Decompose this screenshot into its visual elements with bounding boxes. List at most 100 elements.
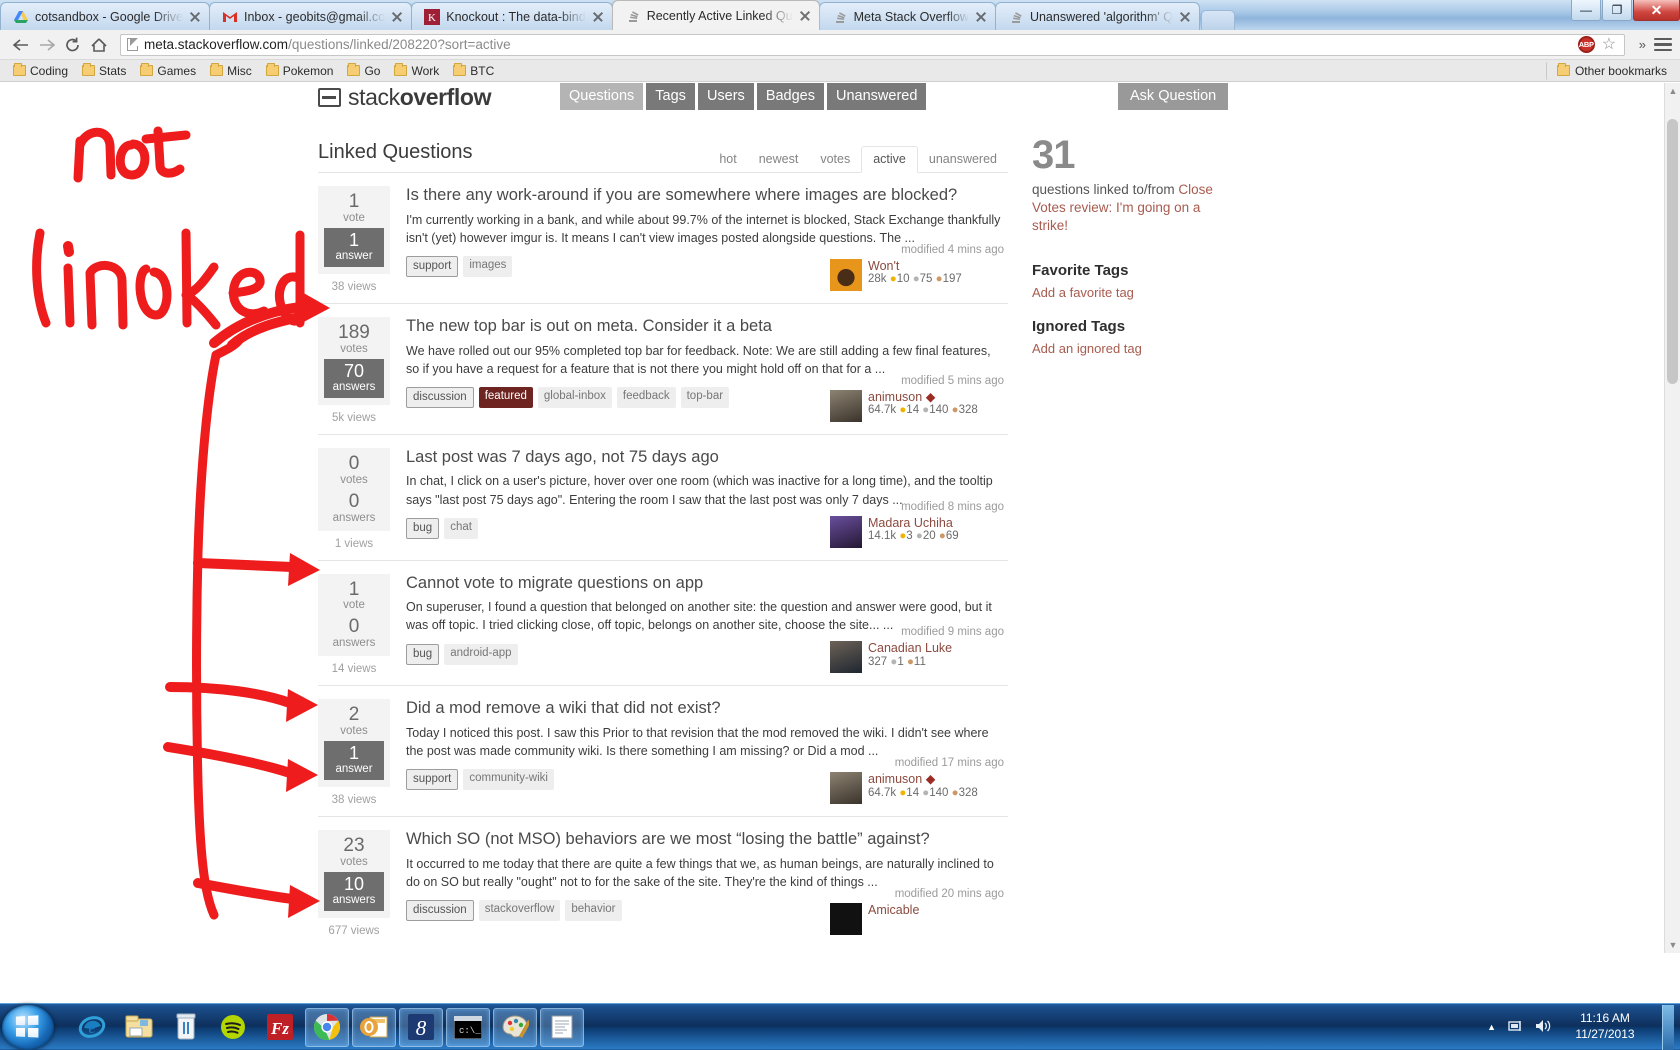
tag[interactable]: bug: [406, 517, 440, 539]
browser-tab[interactable]: K Knockout : The data-bind: [411, 2, 613, 30]
nav-item-badges[interactable]: Badges: [756, 83, 824, 110]
other-bookmarks-item[interactable]: Other bookmarks: [1545, 61, 1672, 80]
nav-item-questions[interactable]: Questions: [560, 83, 644, 110]
scroll-up-arrow-icon[interactable]: ▲: [1665, 83, 1680, 99]
forward-button[interactable]: [34, 32, 60, 58]
chrome-icon[interactable]: [305, 1007, 349, 1047]
tag[interactable]: discussion: [406, 386, 474, 408]
avatar[interactable]: [830, 903, 862, 936]
home-button[interactable]: [86, 32, 112, 58]
user-name[interactable]: Won't: [868, 259, 962, 273]
add-favorite-tag-link[interactable]: Add a favorite tag: [1032, 285, 1332, 300]
bookmark-item[interactable]: Work: [389, 62, 444, 80]
tag[interactable]: android-app: [444, 643, 518, 665]
tag[interactable]: support: [406, 256, 459, 278]
bookmark-item[interactable]: Coding: [8, 62, 73, 80]
user-name[interactable]: animuson ◆: [868, 390, 978, 404]
maximize-button[interactable]: ❐: [1602, 0, 1632, 21]
close-icon[interactable]: [592, 11, 604, 23]
tag-featured[interactable]: featured: [478, 386, 533, 408]
avatar[interactable]: [830, 772, 862, 805]
tab-active[interactable]: active: [861, 146, 918, 173]
back-button[interactable]: [8, 32, 34, 58]
command-prompt-icon[interactable]: c:\_: [446, 1007, 490, 1047]
nav-item-tags[interactable]: Tags: [646, 83, 695, 110]
internet-explorer-icon[interactable]: e: [70, 1008, 114, 1047]
avatar[interactable]: [830, 515, 862, 548]
user-name[interactable]: Amicable: [868, 903, 919, 917]
question-title-link[interactable]: Which SO (not MSO) behaviors are we most…: [406, 830, 1008, 850]
tag[interactable]: discussion: [406, 900, 474, 922]
bookmark-item[interactable]: Games: [135, 62, 201, 80]
close-icon[interactable]: [391, 11, 403, 23]
question-title-link[interactable]: Last post was 7 days ago, not 75 days ag…: [406, 448, 1008, 468]
new-tab-button[interactable]: [1200, 10, 1235, 30]
question-title-link[interactable]: Is there any work-around if you are some…: [406, 186, 1008, 206]
close-icon[interactable]: [975, 11, 987, 23]
chrome-menu-icon[interactable]: [1654, 35, 1672, 55]
show-desktop-button[interactable]: [1662, 1004, 1674, 1050]
avatar[interactable]: [830, 641, 862, 674]
adblock-icon[interactable]: ABP: [1577, 36, 1595, 53]
tag[interactable]: bug: [406, 643, 440, 665]
tag[interactable]: stackoverflow: [478, 900, 561, 922]
tag[interactable]: support: [406, 769, 459, 791]
recycle-bin-icon[interactable]: [164, 1008, 208, 1047]
tab-unanswered[interactable]: unanswered: [918, 147, 1008, 172]
question-title-link[interactable]: Did a mod remove a wiki that did not exi…: [406, 699, 1008, 719]
user-name[interactable]: Canadian Luke: [868, 641, 952, 655]
browser-tab[interactable]: Unanswered 'algorithm' Q: [994, 2, 1200, 30]
question-title-link[interactable]: The new top bar is out on meta. Consider…: [406, 317, 1008, 337]
scrollbar-thumb[interactable]: [1667, 119, 1678, 384]
reload-button[interactable]: [60, 32, 86, 58]
overflow-chevron-icon[interactable]: »: [1631, 37, 1654, 52]
ask-question-button[interactable]: Ask Question: [1118, 83, 1229, 110]
bookmark-item[interactable]: Misc: [205, 62, 257, 80]
network-icon[interactable]: [1506, 1018, 1524, 1037]
browser-tab[interactable]: Inbox - geobits@gmail.co: [209, 2, 413, 30]
tag[interactable]: images: [463, 256, 513, 278]
tag[interactable]: behavior: [565, 900, 622, 922]
taskbar-clock[interactable]: 11:16 AM 11/27/2013: [1562, 1011, 1648, 1042]
user-name[interactable]: animuson ◆: [868, 772, 978, 786]
nav-item-users[interactable]: Users: [697, 83, 754, 110]
close-icon[interactable]: [189, 11, 201, 23]
notepad-icon[interactable]: [540, 1007, 584, 1047]
close-window-button[interactable]: ✕: [1633, 0, 1680, 21]
spotify-icon[interactable]: [211, 1008, 255, 1047]
tab-hot[interactable]: hot: [708, 147, 747, 172]
filezilla-icon[interactable]: Fz: [258, 1008, 302, 1047]
paint-icon[interactable]: [493, 1007, 537, 1047]
eight-app-icon[interactable]: 8: [399, 1007, 443, 1047]
scroll-down-arrow-icon[interactable]: ▼: [1665, 937, 1680, 953]
start-button[interactable]: [2, 1004, 54, 1050]
tag[interactable]: community-wiki: [463, 769, 554, 791]
user-name[interactable]: Madara Uchiha: [868, 516, 959, 530]
close-icon[interactable]: [799, 10, 811, 22]
browser-tab-active[interactable]: Recently Active Linked Qu: [611, 0, 820, 30]
bookmark-item[interactable]: BTC: [448, 62, 499, 80]
tag[interactable]: chat: [444, 517, 478, 539]
browser-tab[interactable]: cotsandbox - Google Drive: [0, 2, 210, 30]
browser-tab[interactable]: Meta Stack Overflow: [818, 2, 996, 30]
site-logo[interactable]: stackoverflow: [318, 84, 491, 111]
tag[interactable]: top-bar: [680, 386, 730, 408]
address-bar[interactable]: meta.stackoverflow.com/questions/linked/…: [120, 33, 1625, 56]
bookmark-star-icon[interactable]: ☆: [1602, 36, 1618, 53]
tag[interactable]: feedback: [616, 386, 676, 408]
avatar[interactable]: [830, 389, 862, 422]
avatar[interactable]: [830, 258, 862, 291]
page-scrollbar[interactable]: ▲ ▼: [1664, 83, 1680, 953]
question-title-link[interactable]: Cannot vote to migrate questions on app: [406, 574, 1008, 594]
bookmark-item[interactable]: Stats: [77, 62, 131, 80]
volume-icon[interactable]: [1534, 1018, 1552, 1037]
bookmark-item[interactable]: Go: [342, 62, 385, 80]
file-explorer-icon[interactable]: [117, 1008, 161, 1047]
tab-newest[interactable]: newest: [748, 147, 810, 172]
nav-item-unanswered[interactable]: Unanswered: [827, 83, 927, 110]
tab-votes[interactable]: votes: [809, 147, 861, 172]
add-ignored-tag-link[interactable]: Add an ignored tag: [1032, 341, 1332, 356]
outlook-icon[interactable]: [352, 1007, 396, 1047]
minimize-button[interactable]: —: [1571, 0, 1601, 21]
bookmark-item[interactable]: Pokemon: [261, 62, 339, 80]
